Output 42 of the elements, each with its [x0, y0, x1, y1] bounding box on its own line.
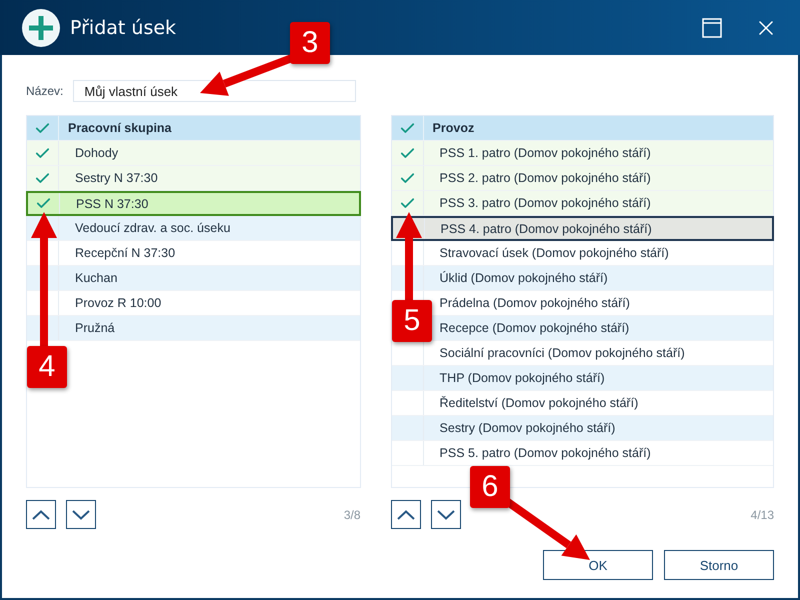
column-header: Pracovní skupina [67, 121, 172, 135]
list-row[interactable]: Sestry N 37:30 [27, 166, 360, 191]
list-row[interactable]: Pružná [27, 316, 360, 341]
list-row[interactable]: Vedoucí zdrav. a soc. úseku [27, 216, 360, 241]
column-header: Provoz [432, 121, 474, 135]
list-row[interactable]: Dohody [27, 141, 360, 166]
chevron-up-icon [396, 510, 415, 520]
list-row[interactable]: Kuchan [27, 266, 360, 291]
list-row[interactable]: PSS 5. patro (Domov pokojného stáří) [392, 441, 773, 466]
cancel-button[interactable]: Storno [664, 550, 774, 580]
list-row[interactable]: Úklid (Domov pokojného stáří) [392, 266, 773, 291]
list-row[interactable]: Ředitelství (Domov pokojného stáří) [392, 391, 773, 416]
list-row[interactable]: PSS 4. patro (Domov pokojného stáří) [390, 216, 774, 241]
name-field[interactable]: Můj vlastní úsek [73, 80, 356, 102]
list-row[interactable]: PSS N 37:30 [26, 191, 361, 216]
move-up-button[interactable] [26, 500, 56, 529]
list-row[interactable]: PSS 1. patro (Domov pokojného stáří) [392, 141, 773, 166]
list-row[interactable]: THP (Domov pokojného stáří) [392, 366, 773, 391]
list-row[interactable]: Recepční N 37:30 [27, 241, 360, 266]
move-down-button[interactable] [430, 500, 461, 529]
item-counter: 3/8 [344, 508, 361, 522]
plus-icon [22, 8, 60, 46]
chevron-up-icon [32, 510, 50, 520]
move-up-button[interactable] [390, 500, 421, 529]
step-number: 3 [290, 22, 330, 64]
maximize-icon [702, 18, 722, 38]
list-row[interactable]: Sestry (Domov pokojného stáří) [392, 416, 773, 441]
name-label: Název: [26, 84, 64, 98]
item-counter: 4/13 [750, 508, 774, 522]
list-row[interactable]: Sociální pracovníci (Domov pokojného stáří) [392, 341, 773, 366]
step-number: 6 [470, 466, 510, 508]
step-number: 5 [392, 300, 432, 342]
move-down-button[interactable] [66, 500, 96, 529]
list-row[interactable]: Provoz R 10:00 [27, 291, 360, 316]
list-row[interactable]: PSS 2. patro (Domov pokojného stáří) [392, 166, 773, 191]
step-number: 4 [27, 346, 67, 388]
list-row[interactable]: PSS 3. patro (Domov pokojného stáří) [392, 191, 773, 216]
window-title: Přidat úsek [70, 16, 178, 38]
chevron-down-icon [436, 510, 455, 520]
list-row[interactable]: Stravovací úsek (Domov pokojného stáří) [392, 241, 773, 266]
chevron-down-icon [72, 510, 90, 520]
ok-button[interactable]: OK [543, 550, 653, 580]
